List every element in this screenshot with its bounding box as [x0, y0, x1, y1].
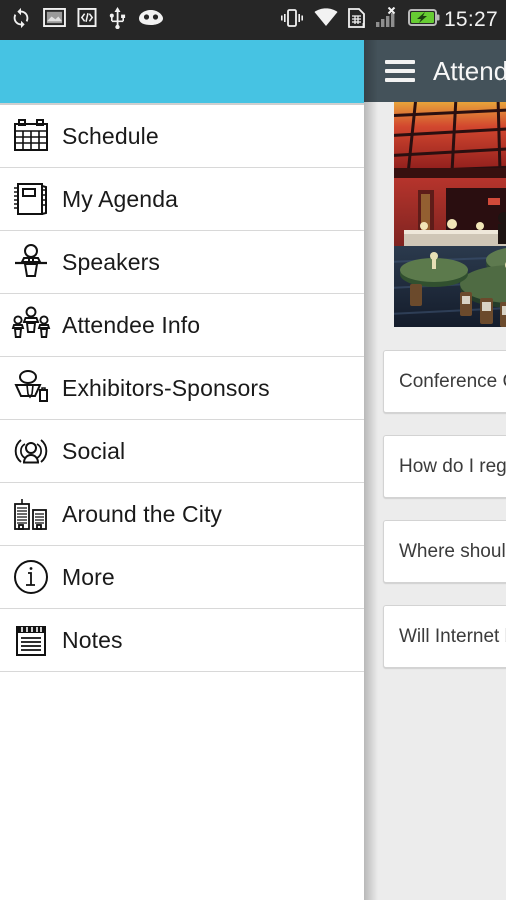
list-item[interactable]: Conference Center [383, 350, 506, 413]
list-item-label: Will Internet be available [399, 625, 506, 647]
navigation-drawer: Schedule My Agenda Speakers Attendee Inf… [0, 40, 364, 900]
list-item[interactable]: Where should I stay [383, 520, 506, 583]
sidebar-item-label: Social [62, 437, 126, 464]
businessperson-briefcase-icon [0, 368, 62, 408]
sidebar-item-label: Around the City [62, 500, 223, 527]
calendar-icon [0, 116, 62, 156]
usb-icon [108, 6, 127, 34]
list-item-label: Where should I stay [399, 540, 506, 562]
vibrate-icon [279, 8, 305, 33]
banquet-hall-photo [394, 102, 506, 327]
sidebar-item-around-the-city[interactable]: Around the City [0, 483, 364, 546]
status-bar: 15:27 [0, 0, 506, 40]
no-signal-icon [375, 6, 399, 33]
city-buildings-icon [0, 494, 62, 534]
screenshot-icon [43, 8, 66, 32]
sidebar-item-attendee-info[interactable]: Attendee Info [0, 294, 364, 357]
sidebar-item-label: Attendee Info [62, 311, 201, 338]
app-bar-title: Attendee Info [433, 55, 506, 86]
list-item-label: Conference Center [399, 370, 506, 392]
sidebar-item-more[interactable]: More [0, 546, 364, 609]
sidebar-item-my-agenda[interactable]: My Agenda [0, 168, 364, 231]
sidebar-item-schedule[interactable]: Schedule [0, 105, 364, 168]
notebook-icon [0, 179, 62, 219]
sidebar-item-label: Exhibitors-Sponsors [62, 374, 270, 401]
battery-charging-icon [407, 8, 440, 32]
people-group-icon [0, 305, 62, 345]
social-broadcast-icon [0, 431, 62, 471]
list-item[interactable]: How do I register [383, 435, 506, 498]
sidebar-item-label: Schedule [62, 122, 159, 149]
status-bar-right-icons [279, 6, 440, 33]
list-item-label: How do I register [399, 455, 506, 477]
sidebar-item-notes[interactable]: Notes [0, 609, 364, 672]
sidebar-item-speakers[interactable]: Speakers [0, 231, 364, 294]
sidebar-item-label: Notes [62, 626, 123, 653]
sidebar-item-social[interactable]: Social [0, 420, 364, 483]
sidebar-item-label: More [62, 563, 115, 590]
drawer-scrim-shadow [364, 40, 378, 900]
wifi-icon [314, 8, 338, 32]
drawer-header [0, 40, 364, 103]
list-item[interactable]: Will Internet be available [383, 605, 506, 668]
sim-card-alert-icon [347, 7, 366, 33]
podium-speaker-icon [0, 242, 62, 282]
sidebar-item-label: My Agenda [62, 185, 178, 212]
sync-icon [10, 7, 32, 34]
notepad-icon [0, 620, 62, 660]
sidebar-item-label: Speakers [62, 248, 160, 275]
status-bar-clock: 15:27 [443, 8, 498, 31]
sidebar-item-exhibitors-sponsors[interactable]: Exhibitors-Sponsors [0, 357, 364, 420]
drawer-empty-space [0, 672, 364, 889]
info-circle-icon [0, 557, 62, 597]
hamburger-menu-icon[interactable] [385, 60, 415, 82]
cyanogenmod-icon [138, 9, 164, 31]
status-bar-left-icons [10, 6, 164, 34]
developer-code-icon [77, 8, 97, 32]
